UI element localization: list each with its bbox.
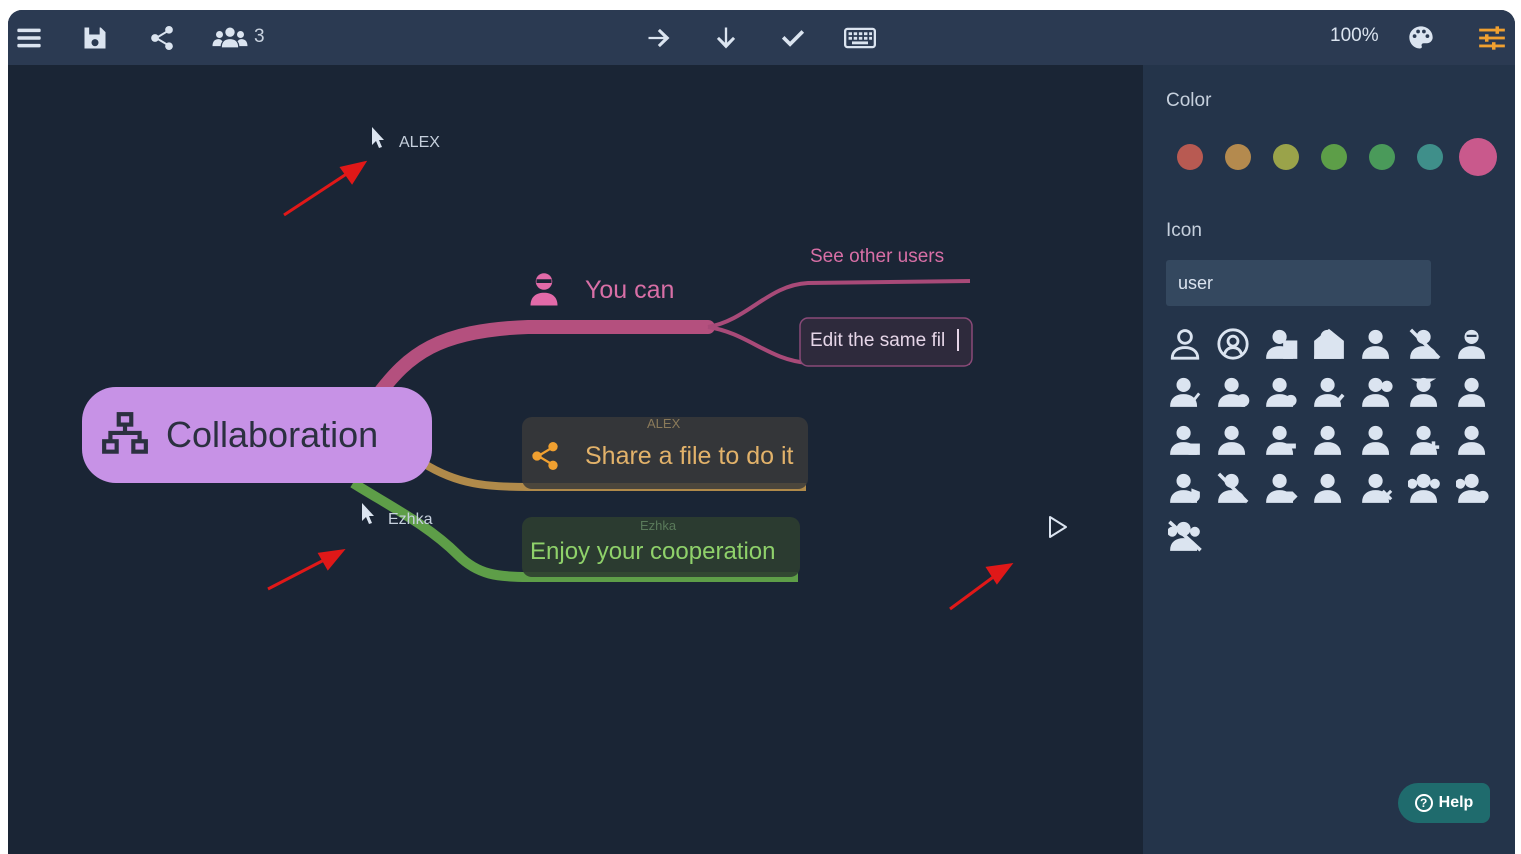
user-friends-icon[interactable] — [1360, 375, 1400, 415]
users-icon[interactable] — [209, 18, 251, 58]
icon-section-label: Icon — [1166, 220, 1202, 241]
users-slash-icon[interactable] — [1167, 519, 1208, 559]
color-swatch[interactable] — [1273, 144, 1299, 170]
menu-icon[interactable] — [9, 18, 49, 58]
cursor-label-ezhka: Ezhka — [388, 511, 433, 528]
user-lock-icon[interactable] — [1168, 423, 1208, 463]
share-node-editor: ALEX — [647, 416, 681, 431]
user-circle-icon[interactable] — [1216, 327, 1256, 367]
user-times-icon[interactable] — [1360, 471, 1400, 511]
sliders-icon[interactable] — [1472, 18, 1512, 58]
user-ninja-icon[interactable] — [1312, 423, 1352, 463]
user-astronaut-icon[interactable] — [1456, 327, 1496, 367]
help-label: Help — [1438, 794, 1474, 811]
user-tie-icon[interactable] — [1312, 471, 1352, 511]
node-share-file[interactable]: Share a file to do it — [585, 442, 793, 471]
user-plus-icon[interactable] — [1408, 423, 1448, 463]
color-section-label: Color — [1166, 90, 1212, 111]
share-icon[interactable] — [142, 18, 182, 58]
node-you-can[interactable]: You can — [585, 276, 674, 305]
keyboard-icon[interactable] — [840, 18, 880, 58]
cursor-ezhka-pointer — [362, 503, 374, 524]
color-swatch[interactable] — [1459, 138, 1497, 176]
zoom-level[interactable]: 100% — [1330, 25, 1379, 47]
user-shield-icon[interactable] — [1168, 471, 1208, 511]
users-building-icon[interactable] — [1264, 327, 1304, 367]
arrow-down-icon[interactable] — [706, 18, 746, 58]
color-swatch[interactable] — [1225, 144, 1251, 170]
user-md-icon[interactable] — [1216, 423, 1256, 463]
central-topic-label: Collaboration — [166, 414, 379, 455]
users-cog-icon[interactable] — [1455, 471, 1496, 511]
enjoy-node-editor: Ezhka — [640, 518, 677, 533]
color-swatch[interactable] — [1321, 144, 1347, 170]
user-secret-icon[interactable] — [1456, 423, 1496, 463]
user-icon[interactable] — [1360, 327, 1400, 367]
user-ninja-icon — [530, 273, 558, 306]
sitemap-icon — [102, 412, 148, 454]
check-icon[interactable] — [773, 18, 813, 58]
palette-icon[interactable] — [1401, 18, 1441, 58]
help-button[interactable]: ? Help — [1398, 783, 1490, 823]
branch-you-can — [371, 320, 715, 402]
toolbar: 3 100% — [8, 10, 1515, 65]
color-swatch[interactable] — [1177, 144, 1203, 170]
user-check-icon[interactable] — [1168, 375, 1208, 415]
user-slash-bold-icon[interactable] — [1216, 471, 1256, 511]
central-topic-node[interactable]: Collaboration — [82, 387, 432, 483]
local-cursor-pointer — [1049, 516, 1067, 538]
arrow-right-icon[interactable] — [639, 18, 679, 58]
node-edit-same-file[interactable]: Edit the same fil — [810, 330, 945, 352]
user-graduate-icon[interactable] — [1408, 375, 1448, 415]
color-swatch[interactable] — [1417, 144, 1443, 170]
users-icon[interactable] — [1407, 471, 1448, 511]
save-icon[interactable] — [75, 18, 115, 58]
node-enjoy-cooperation[interactable]: Enjoy your cooperation — [530, 538, 775, 566]
user-clock-icon[interactable] — [1216, 375, 1256, 415]
cursor-label-alex: ALEX — [399, 134, 440, 151]
icon-search-input[interactable] — [1166, 260, 1431, 306]
user-slash-icon[interactable] — [1408, 327, 1448, 367]
question-icon: ? — [1414, 794, 1433, 812]
user-outline-icon[interactable] — [1168, 327, 1208, 367]
user-injured-icon[interactable] — [1456, 375, 1496, 415]
user-cog-icon[interactable] — [1264, 375, 1304, 415]
collaborators-count: 3 — [254, 26, 265, 47]
user-edit-icon[interactable] — [1312, 375, 1352, 415]
house-user-icon[interactable] — [1312, 327, 1352, 367]
color-swatch[interactable] — [1369, 144, 1395, 170]
user-minus-icon[interactable] — [1264, 423, 1304, 463]
user-tag-icon[interactable] — [1264, 471, 1304, 511]
user-nurse-icon[interactable] — [1360, 423, 1400, 463]
node-see-other-users[interactable]: See other users — [810, 246, 944, 268]
mindmap-canvas[interactable]: ALEX Ezhka Collaboration You can See oth… — [8, 65, 1143, 854]
text-caret — [957, 329, 959, 351]
style-panel: Color Icon ? Help — [1143, 65, 1515, 854]
cursor-alex-pointer — [372, 127, 384, 148]
app-window: 3 100% ALEX Ezhka Collaboration You can … — [8, 10, 1515, 854]
share-node-icon — [532, 442, 558, 470]
